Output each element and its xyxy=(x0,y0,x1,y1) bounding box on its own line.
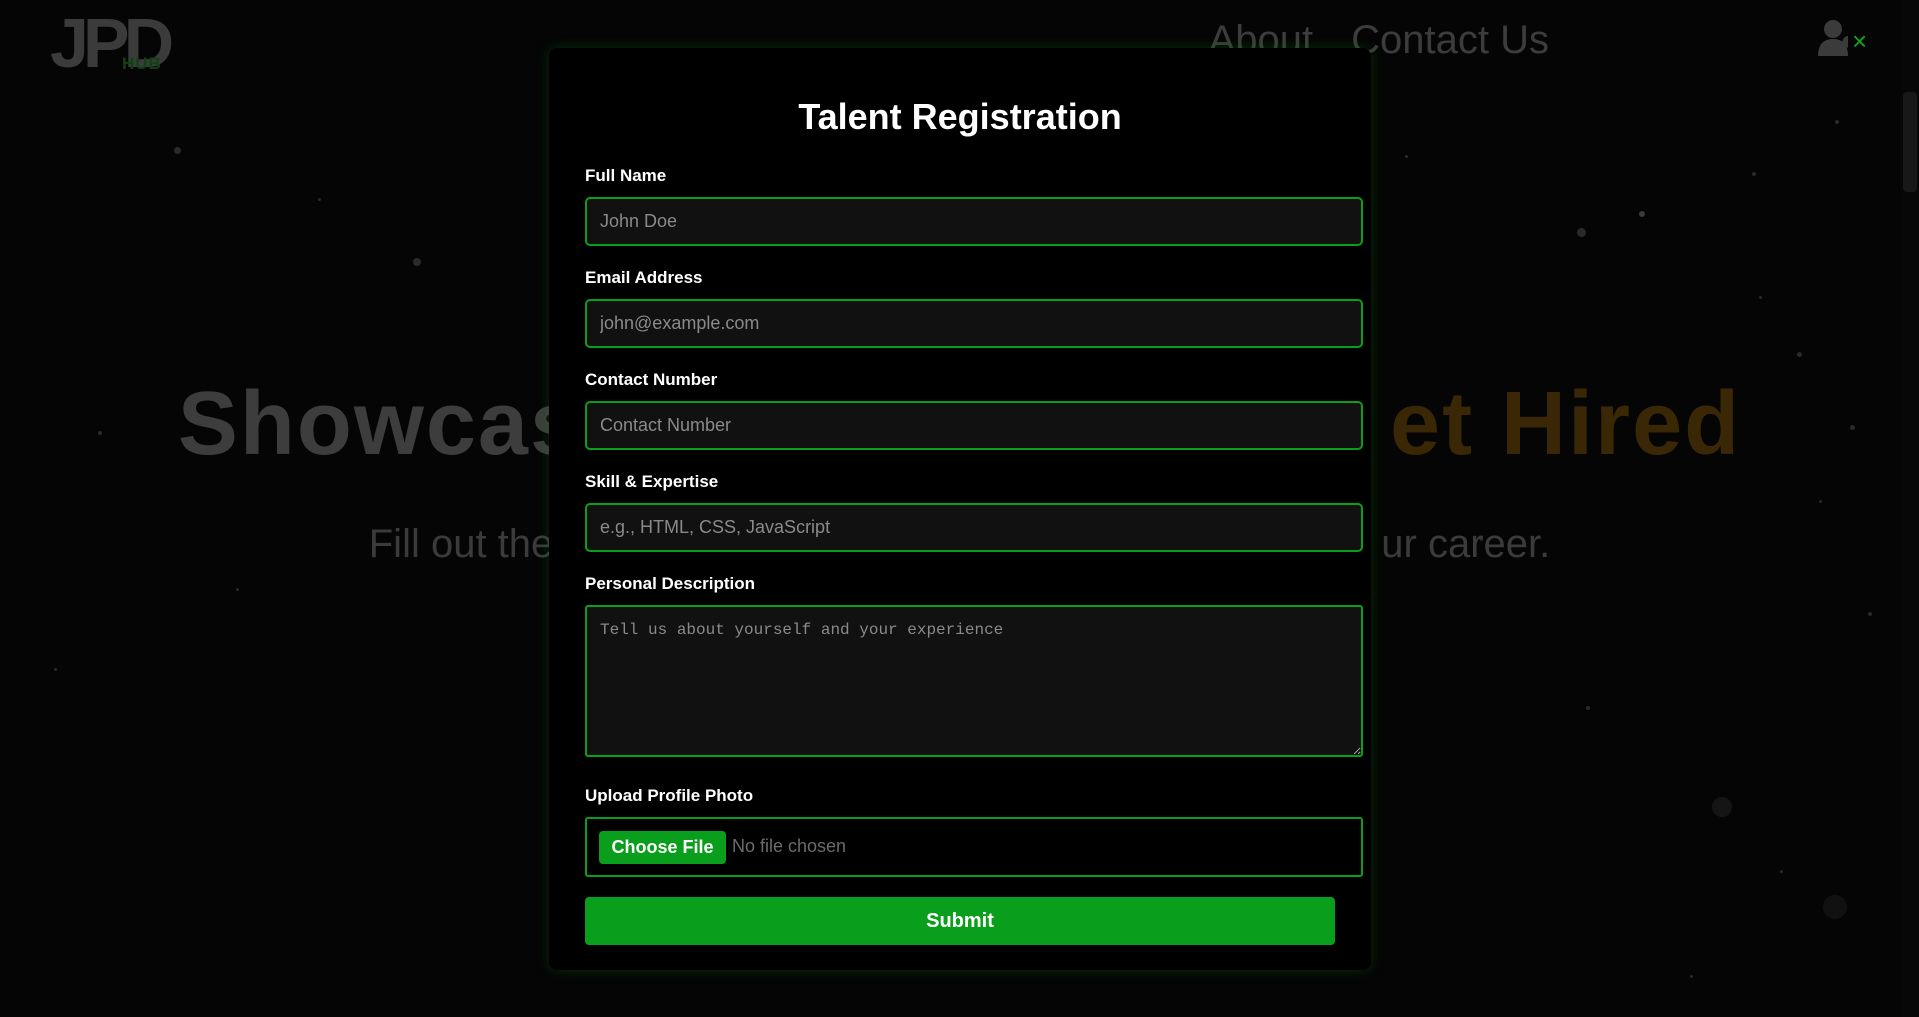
email-input[interactable] xyxy=(585,299,1363,348)
modal-title: Talent Registration xyxy=(798,96,1122,137)
hero-subtitle-part1: Fill out the xyxy=(368,522,554,566)
registration-modal: Talent Registration Full Name Email Addr… xyxy=(549,48,1371,970)
star-dot xyxy=(1405,155,1408,158)
logo-subtext: HUB xyxy=(122,54,162,73)
star-dot xyxy=(1759,296,1762,299)
star-dot xyxy=(1586,706,1590,710)
star-dot xyxy=(236,588,239,591)
nav-contact-link[interactable]: Contact Us xyxy=(1351,18,1549,63)
scrollbar[interactable] xyxy=(1901,0,1919,1017)
hero-title-part2: et Hired xyxy=(1390,374,1742,474)
star-dot xyxy=(1639,211,1645,217)
star-dot xyxy=(174,147,181,154)
full-name-label: Full Name xyxy=(585,166,667,185)
contact-number-label: Contact Number xyxy=(585,370,718,389)
skill-label: Skill & Expertise xyxy=(585,472,719,491)
star-dot xyxy=(1823,895,1847,919)
description-label: Personal Description xyxy=(585,574,756,593)
star-dot xyxy=(54,668,57,671)
page: JPD HUB About Contact Us Showcas et Hired… xyxy=(0,0,1919,1017)
star-dot xyxy=(318,198,321,201)
choose-file-button[interactable]: Choose File xyxy=(599,831,726,864)
star-dot xyxy=(1868,612,1872,616)
file-status-text: No file chosen xyxy=(732,836,847,856)
star-dot xyxy=(1577,228,1586,237)
hero-title-part1: Showcas xyxy=(177,374,583,474)
photo-file-input[interactable]: Choose File No file chosen xyxy=(585,817,1363,877)
full-name-input[interactable] xyxy=(585,197,1363,246)
scrollbar-thumb[interactable] xyxy=(1903,92,1917,192)
photo-upload-label: Upload Profile Photo xyxy=(585,786,754,805)
skill-input[interactable] xyxy=(585,503,1363,552)
description-textarea[interactable] xyxy=(585,605,1363,757)
star-dot xyxy=(1712,797,1732,817)
close-icon[interactable]: × xyxy=(1852,26,1867,56)
star-dot xyxy=(1752,172,1756,176)
star-dot xyxy=(1780,870,1783,873)
hero-subtitle-part2: ur career. xyxy=(1381,522,1551,566)
star-dot xyxy=(413,258,421,266)
star-dot xyxy=(1835,120,1839,124)
logo[interactable]: JPD HUB xyxy=(50,8,210,78)
email-label: Email Address xyxy=(585,268,703,287)
contact-number-input[interactable] xyxy=(585,401,1363,450)
submit-button[interactable]: Submit xyxy=(585,897,1335,945)
star-dot xyxy=(1819,500,1822,503)
star-dot xyxy=(1690,975,1693,978)
star-dot xyxy=(1797,352,1802,357)
